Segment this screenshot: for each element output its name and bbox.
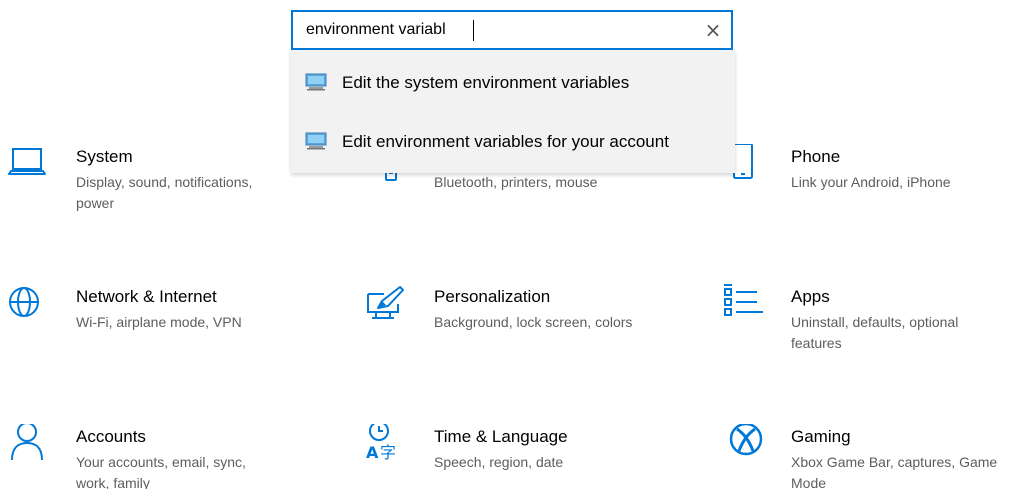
tile-description: Your accounts, email, sync, work, family [76, 454, 246, 489]
suggestion-account-env-vars[interactable]: Edit environment variables for your acco… [291, 112, 735, 172]
suggestion-label: Edit environment variables for your acco… [342, 132, 669, 151]
tile-description: Bluetooth, printers, mouse [434, 174, 598, 190]
person-icon [8, 424, 48, 464]
search-input[interactable] [306, 12, 686, 48]
tile-phone[interactable]: Phone Link your Android, iPhone [723, 144, 1018, 224]
tile-network-internet[interactable]: Network & Internet Wi-Fi, airplane mode,… [8, 284, 308, 364]
suggestion-label: Edit the system environment variables [342, 73, 630, 92]
computer-monitor-icon [305, 132, 327, 150]
computer-monitor-icon [305, 73, 327, 91]
suggestion-system-env-vars[interactable]: Edit the system environment variables [291, 53, 735, 113]
tile-description: Uninstall, defaults, optional features [791, 314, 959, 351]
tile-title: Network & Internet [76, 287, 217, 306]
tile-personalization[interactable]: Personalization Background, lock screen,… [366, 284, 666, 364]
svg-text:A: A [366, 443, 379, 462]
tile-description: Display, sound, notifications, power [76, 174, 253, 211]
globe-icon [8, 284, 48, 324]
tile-title: System [76, 147, 133, 166]
tile-description: Xbox Game Bar, captures, Game Mode [791, 454, 998, 489]
apps-list-icon [723, 284, 763, 324]
search-box[interactable]: × [291, 10, 733, 50]
tile-description: Wi-Fi, airplane mode, VPN [76, 314, 242, 330]
tile-apps[interactable]: Apps Uninstall, defaults, optional featu… [723, 284, 1018, 364]
search-suggestions: Edit the system environment variables Ed… [291, 50, 735, 173]
tile-time-language[interactable]: A 字 Time & Language Speech, region, date [366, 424, 666, 489]
tile-description: Speech, region, date [434, 454, 564, 470]
text-caret [473, 20, 474, 41]
tile-title: Phone [791, 147, 841, 166]
clear-search-button[interactable]: × [701, 18, 725, 42]
close-icon: × [704, 18, 722, 42]
svg-text:字: 字 [380, 443, 396, 462]
paint-brush-icon [366, 284, 406, 324]
time-language-icon: A 字 [366, 424, 406, 464]
laptop-icon [8, 144, 48, 184]
tile-description: Background, lock screen, colors [434, 314, 633, 330]
tile-description: Link your Android, iPhone [791, 174, 951, 190]
tile-system[interactable]: System Display, sound, notifications, po… [8, 144, 308, 224]
tile-title: Time & Language [434, 427, 568, 446]
xbox-icon [723, 424, 763, 464]
tile-title: Apps [791, 287, 830, 306]
tile-gaming[interactable]: Gaming Xbox Game Bar, captures, Game Mod… [723, 424, 1018, 489]
settings-page: × Edit the system environment variables [0, 0, 1018, 489]
tile-title: Accounts [76, 427, 146, 446]
tile-title: Personalization [434, 287, 551, 306]
tile-title: Gaming [791, 427, 851, 446]
tile-accounts[interactable]: Accounts Your accounts, email, sync, wor… [8, 424, 308, 489]
